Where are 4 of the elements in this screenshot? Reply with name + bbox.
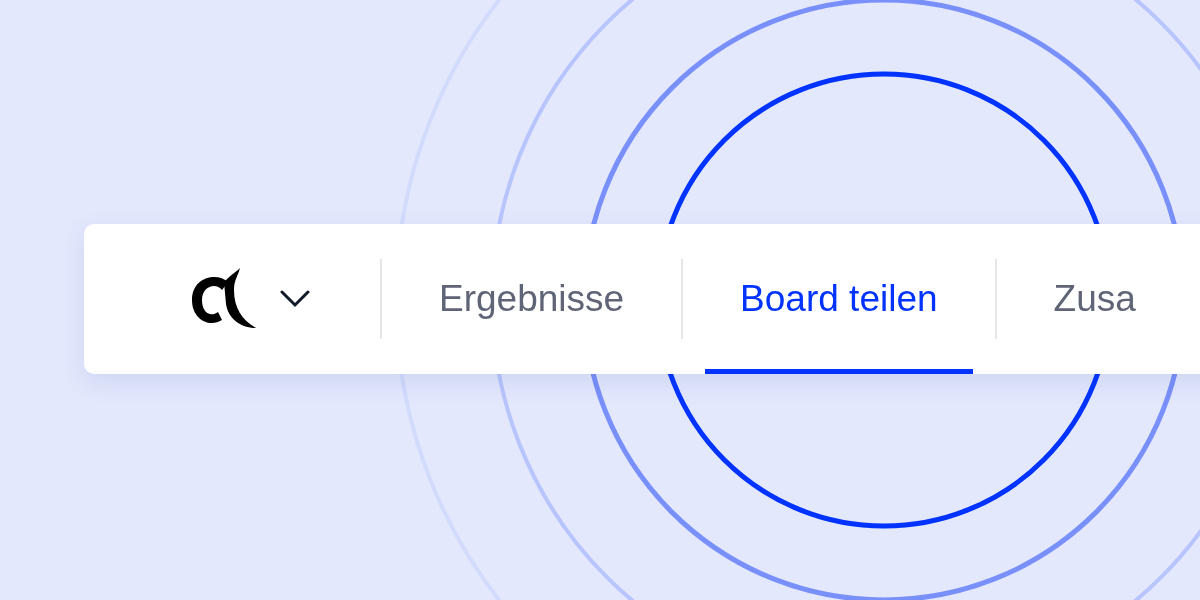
tab[interactable]: Zusa [1018, 224, 1171, 374]
tab[interactable]: Board teilen [705, 224, 973, 374]
chevron-down-icon[interactable] [280, 290, 310, 308]
tab[interactable]: Ergebnisse [404, 224, 660, 374]
